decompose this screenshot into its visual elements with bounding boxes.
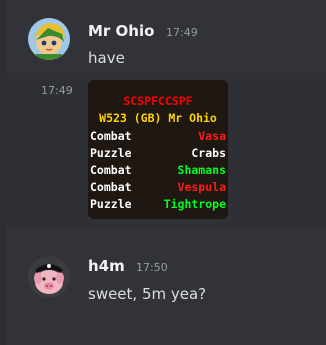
row-name: Shamans (177, 162, 226, 177)
username[interactable]: Mr Ohio (88, 22, 154, 40)
pig-avatar-icon (28, 256, 70, 298)
user-avatar[interactable] (28, 18, 70, 60)
row-type: Combat (90, 162, 132, 177)
username[interactable]: h4m (88, 257, 125, 275)
row-type: Combat (90, 179, 132, 194)
embed-row: Puzzle Tightrope (90, 195, 226, 212)
user-avatar[interactable] (28, 256, 70, 298)
embed-row: Combat Vasa (90, 127, 226, 144)
embed-world-line: W523 (GB) Mr Ohio (99, 110, 217, 125)
timestamp: 17:49 (166, 26, 198, 39)
timestamp: 17:50 (136, 261, 168, 274)
embed-row: Combat Vespula (90, 178, 226, 195)
row-name: Vasa (198, 128, 226, 143)
row-name: Tightrope (163, 196, 226, 211)
row-type: Puzzle (90, 145, 132, 160)
side-timestamp: 17:49 (41, 84, 73, 97)
embed-row: Puzzle Crabs (90, 144, 226, 161)
embed-image[interactable]: SCSPFCCSPF W523 (GB) Mr Ohio Combat Vasa… (88, 80, 228, 219)
row-type: Puzzle (90, 196, 132, 211)
embed-row: Combat Shamans (90, 161, 226, 178)
row-name: Vespula (177, 179, 226, 194)
message-text: sweet, 5m yea? (88, 285, 207, 303)
row-name: Crabs (191, 145, 226, 160)
row-type: Combat (90, 128, 132, 143)
message-text: have (88, 49, 125, 67)
link-avatar-icon (28, 18, 70, 60)
embed-title: SCSPFCCSPF (123, 93, 193, 108)
